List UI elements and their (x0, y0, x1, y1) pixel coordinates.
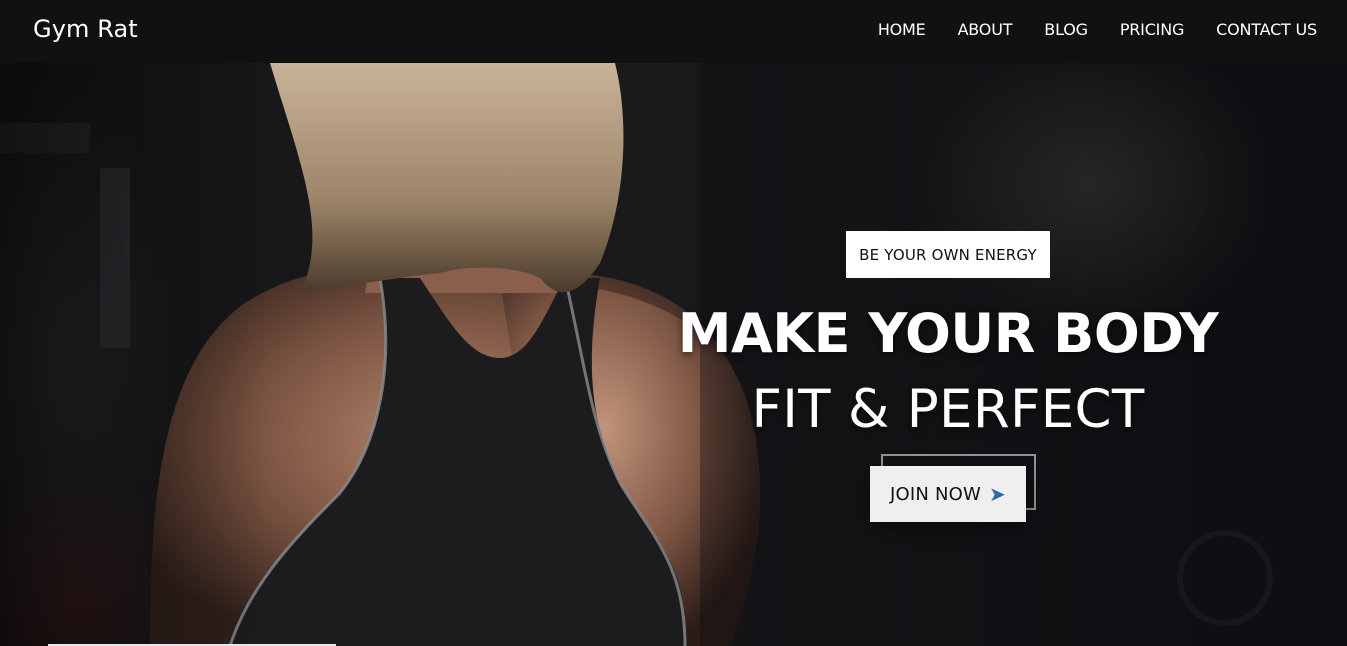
nav-link-about[interactable]: ABOUT (958, 20, 1013, 39)
nav-item-home: HOME (878, 19, 926, 41)
arrow-right-icon: ➤ (989, 482, 1006, 506)
nav-item-blog: BLOG (1044, 19, 1088, 41)
nav-link-home[interactable]: HOME (878, 20, 926, 39)
brand-logo[interactable]: Gym Rat (33, 15, 138, 43)
hero-headline-line2: FIT & PERFECT (751, 379, 1145, 440)
nav-item-about: ABOUT (958, 19, 1013, 41)
nav-link-pricing[interactable]: PRICING (1120, 20, 1185, 39)
top-navbar: Gym Rat HOME ABOUT BLOG PRICING CONTACT … (0, 0, 1347, 63)
nav-link-blog[interactable]: BLOG (1044, 20, 1088, 39)
nav-link-contact[interactable]: CONTACT US (1216, 20, 1317, 39)
join-now-button[interactable]: JOIN NOW ➤ (870, 466, 1026, 522)
join-now-label: JOIN NOW (890, 483, 982, 505)
hero-section: BE YOUR OWN ENERGY MAKE YOUR BODY FIT & … (0, 63, 1347, 646)
nav-item-contact: CONTACT US (1216, 19, 1317, 41)
main-nav: HOME ABOUT BLOG PRICING CONTACT US (878, 19, 1317, 41)
hero-headline-line1: MAKE YOUR BODY (677, 302, 1219, 365)
nav-item-pricing: PRICING (1120, 19, 1185, 41)
hero-tagline: BE YOUR OWN ENERGY (846, 231, 1050, 278)
